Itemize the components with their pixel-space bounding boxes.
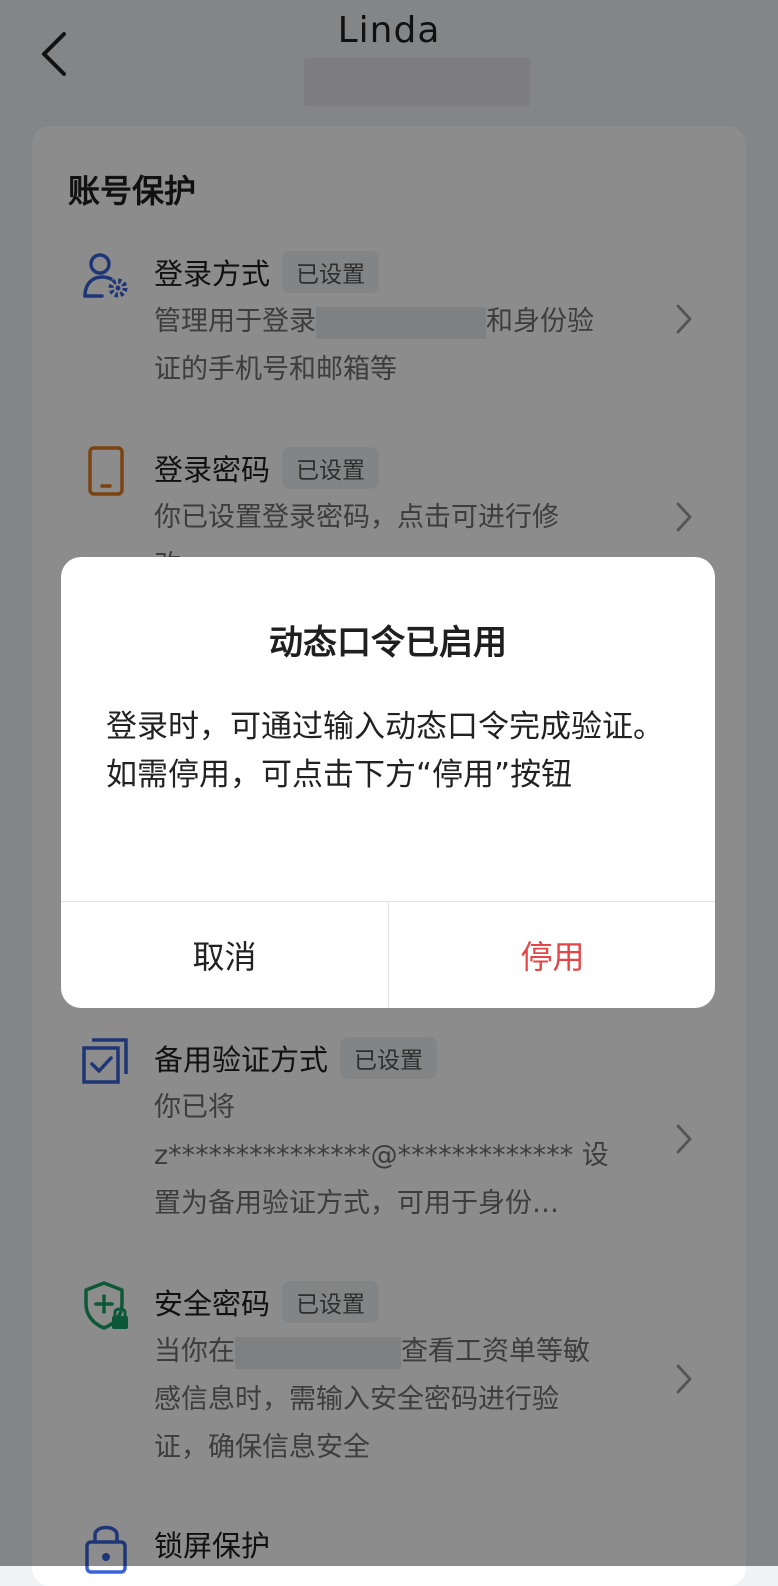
dynamic-password-dialog: 动态口令已启用 登录时，可通过输入动态口令完成验证。如需停用，可点击下方“停用”… [61,557,715,1008]
disable-button[interactable]: 停用 [388,902,715,1008]
cancel-button[interactable]: 取消 [61,902,388,1008]
dialog-message: 登录时，可通过输入动态口令完成验证。如需停用，可点击下方“停用”按钮 [106,709,664,793]
dialog-title: 动态口令已启用 [269,623,507,663]
